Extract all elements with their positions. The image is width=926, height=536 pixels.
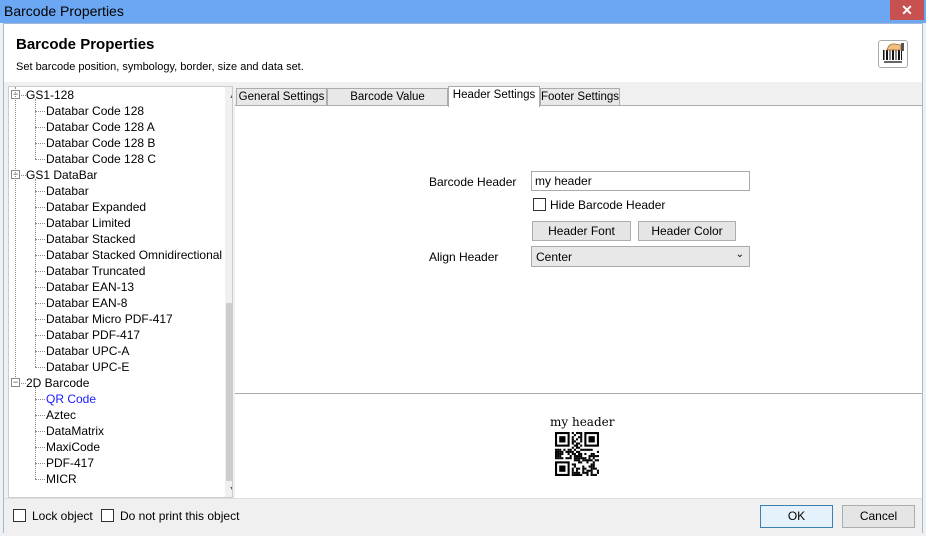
chevron-down-icon: ⌄ [735,249,744,260]
tree-connector [35,367,45,368]
dialog-footer: Lock object Do not print this object OK … [4,498,922,533]
tree-item[interactable]: Databar Code 128 C [46,151,156,167]
tree-item[interactable]: Databar Truncated [46,263,145,279]
close-button[interactable]: ✕ [890,0,924,20]
align-header-label: Align Header [429,250,499,264]
tree-connector [35,351,45,352]
tab-header-settings[interactable]: Header Settings [448,86,540,107]
tree-scrollbar[interactable]: ▲ ▼ [225,87,232,497]
barcode-header-label: Barcode Header [429,175,517,189]
tree-item[interactable]: MaxiCode [46,439,100,455]
qr-code-image [555,432,599,476]
align-header-value: Center [536,250,573,264]
tree-item[interactable]: QR Code [46,391,96,407]
lock-object-label: Lock object [32,509,93,523]
tree-connector [35,335,45,336]
do-not-print-checkbox[interactable] [101,509,114,522]
tree-item[interactable]: GS1 DataBar [26,167,97,183]
scroll-thumb[interactable] [226,303,232,481]
tree-connector [35,431,45,432]
tab-general-settings[interactable]: General Settings [236,88,327,106]
tree-item[interactable]: Databar Limited [46,215,131,231]
barcode-hand-icon [878,40,908,68]
hide-header-checkbox[interactable] [533,198,546,211]
tree-connector [35,303,45,304]
tree-item[interactable]: Databar UPC-E [46,359,129,375]
preview-header-text: my header [550,415,615,429]
tree-connector [35,447,45,448]
tree-item[interactable]: Databar EAN-8 [46,295,127,311]
tree-connector [35,99,36,159]
tree-item[interactable]: Databar Stacked Omnidirectional [46,247,222,263]
tree-connector [35,159,45,160]
dialog-heading: Barcode Properties [16,36,155,53]
tree-item[interactable]: Databar Expanded [46,199,146,215]
tree-item[interactable]: Databar Code 128 A [46,119,155,135]
tree-connector [35,463,45,464]
header-font-button[interactable]: Header Font [532,221,631,241]
tree-item[interactable]: Databar Code 128 [46,103,144,119]
lock-object-checkbox[interactable] [13,509,26,522]
tree-connector [35,387,36,479]
tree-item[interactable]: DataMatrix [46,423,104,439]
scroll-up-arrow-icon[interactable]: ▲ [225,87,232,103]
window-title: Barcode Properties [4,3,124,19]
tree-connector [35,271,45,272]
tree-item[interactable]: Databar [46,183,89,199]
tree-connector [35,191,45,192]
tree-item[interactable]: Databar Code 128 B [46,135,155,151]
tree-connector [35,223,45,224]
tree-item[interactable]: Databar UPC-A [46,343,129,359]
tree-connector [35,179,36,367]
tree-item[interactable]: Databar Stacked [46,231,135,247]
tree-item[interactable]: PDF-417 [46,455,94,471]
tab-footer-settings[interactable]: Footer Settings [540,88,620,106]
tree-item[interactable]: Databar Micro PDF-417 [46,311,173,327]
align-header-select[interactable]: Center ⌄ [531,246,750,267]
tree-connector [35,479,45,480]
tree-connector [35,255,45,256]
collapse-icon[interactable]: − [11,378,20,387]
tree-connector [15,87,16,377]
symbology-tree[interactable]: ▲ ▼ GS1-128−Databar Code 128Databar Code… [8,86,233,498]
tree-connector [35,111,45,112]
tree-connector [35,399,45,400]
tree-item[interactable]: GS1-128 [26,87,74,103]
hide-header-label: Hide Barcode Header [550,198,666,212]
tree-connector [35,207,45,208]
barcode-preview: my header [235,393,922,498]
scroll-down-arrow-icon[interactable]: ▼ [225,481,232,497]
header-color-button[interactable]: Header Color [638,221,736,241]
title-bar: Barcode Properties ✕ [0,0,926,23]
tree-item[interactable]: MICR [46,471,77,487]
dialog-subtitle: Set barcode position, symbology, border,… [16,61,304,73]
do-not-print-label: Do not print this object [120,509,240,523]
tree-item[interactable]: Databar PDF-417 [46,327,140,343]
tree-connector [35,239,45,240]
cancel-button[interactable]: Cancel [842,505,915,528]
tree-connector [35,319,45,320]
tree-connector [35,127,45,128]
tree-connector [35,415,45,416]
dialog-header: Barcode Properties Set barcode position,… [4,24,922,82]
tree-connector [35,287,45,288]
tree-item[interactable]: Aztec [46,407,76,423]
barcode-header-input[interactable]: my header [531,171,750,191]
tree-item[interactable]: Databar EAN-13 [46,279,134,295]
tab-barcode-value-settings[interactable]: Barcode Value Settings [327,88,448,119]
ok-button[interactable]: OK [760,505,833,528]
tree-connector [35,143,45,144]
